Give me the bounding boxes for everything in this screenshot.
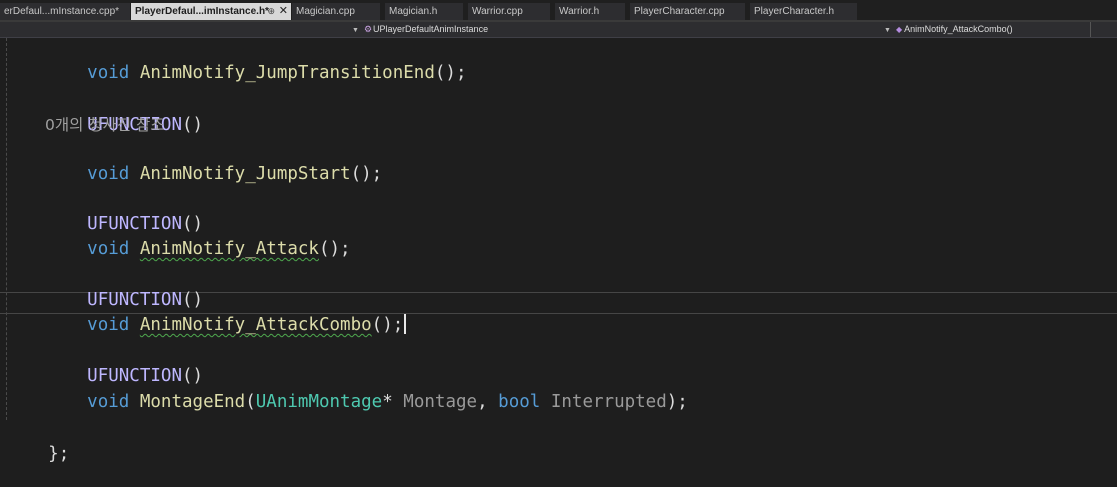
function-name-warning: AnimNotify_Attack (139, 239, 319, 259)
dropdown-arrow-icon: ▼ (352, 27, 359, 34)
text-caret (404, 314, 407, 334)
function-name: MontageEnd (139, 392, 246, 412)
parameter-name: Montage (403, 392, 478, 412)
keyword: void (87, 63, 130, 83)
class-scope-dropdown[interactable]: ▼ ⚙UPlayerDefaultAnimInstance (352, 22, 488, 38)
tab-label: erDefaul...mInstance.cpp* (4, 6, 120, 17)
tab-label: Magician.h (389, 6, 438, 17)
document-tab-strip: erDefaul...mInstance.cpp* PlayerDefaul..… (0, 0, 1117, 22)
tab-warrior-cpp[interactable]: Warrior.cpp (468, 3, 550, 20)
keyword: void (87, 239, 130, 259)
codelens-blueprint-references[interactable]: 0개의 청사진 참조 (45, 114, 165, 136)
punctuation: (); (318, 239, 351, 259)
keyword: void (87, 315, 130, 335)
member-scope-dropdown[interactable]: ▼ ◆ AnimNotify_AttackCombo() (884, 22, 1013, 38)
punctuation: ); (666, 392, 688, 412)
tab-label: Warrior.h (559, 6, 600, 17)
method-icon: ◆ (895, 25, 903, 34)
tab-magician-h[interactable]: Magician.h (385, 3, 463, 20)
class-icon: ⚙ (363, 24, 373, 34)
punctuation: ( (245, 392, 256, 412)
tab-label: PlayerDefaul...imInstance.h* (135, 6, 269, 17)
member-scope-label: AnimNotify_AttackCombo() (904, 24, 1013, 34)
function-name-warning: AnimNotify_AttackCombo (139, 315, 372, 335)
type-name: UAnimMontage (255, 392, 383, 412)
tab-player-default-anim-instance-h[interactable]: PlayerDefaul...imInstance.h* ⊕ ✕ (131, 3, 291, 20)
punctuation: (); (434, 63, 467, 83)
split-divider (1090, 22, 1091, 37)
tab-player-character-cpp[interactable]: PlayerCharacter.cpp (630, 3, 745, 20)
code-line: void MontageEnd(UAnimMontage* Montage, b… (45, 369, 688, 435)
keyword: void (87, 164, 130, 184)
closing-brace: }; (48, 444, 70, 464)
navigation-bar: ▼ ⚙UPlayerDefaultAnimInstance ▼ ◆ AnimNotif… (0, 22, 1117, 38)
pin-icon[interactable]: ⊕ (267, 3, 275, 20)
punctuation: (); (371, 315, 404, 335)
tab-magician-cpp[interactable]: Magician.cpp (292, 3, 380, 20)
parameter-name: Interrupted (550, 392, 667, 412)
tab-label: Warrior.cpp (472, 6, 523, 17)
punctuation: () (181, 115, 204, 135)
tab-label: PlayerCharacter.h (754, 6, 835, 17)
punctuation: , (477, 392, 488, 412)
function-name: AnimNotify_JumpStart (139, 164, 351, 184)
code-editor[interactable]: void AnimNotify_JumpTransitionEnd(); UFU… (0, 38, 1117, 467)
tab-label: Magician.cpp (296, 6, 355, 17)
tab-warrior-h[interactable]: Warrior.h (555, 3, 625, 20)
keyword: void (87, 392, 130, 412)
punctuation: (); (350, 164, 383, 184)
keyword: bool (498, 392, 541, 412)
function-name: AnimNotify_JumpTransitionEnd (139, 63, 435, 83)
code-line: }; (6, 421, 69, 487)
close-icon[interactable]: ✕ (279, 3, 288, 20)
tab-label: PlayerCharacter.cpp (634, 6, 725, 17)
tab-player-character-h[interactable]: PlayerCharacter.h (750, 3, 857, 20)
punctuation: * (382, 392, 393, 412)
dropdown-arrow-icon: ▼ (884, 27, 891, 34)
indent-guide (6, 38, 7, 420)
class-scope-label: UPlayerDefaultAnimInstance (373, 24, 489, 34)
tab-player-default-anim-instance-cpp[interactable]: erDefaul...mInstance.cpp* (0, 3, 130, 20)
